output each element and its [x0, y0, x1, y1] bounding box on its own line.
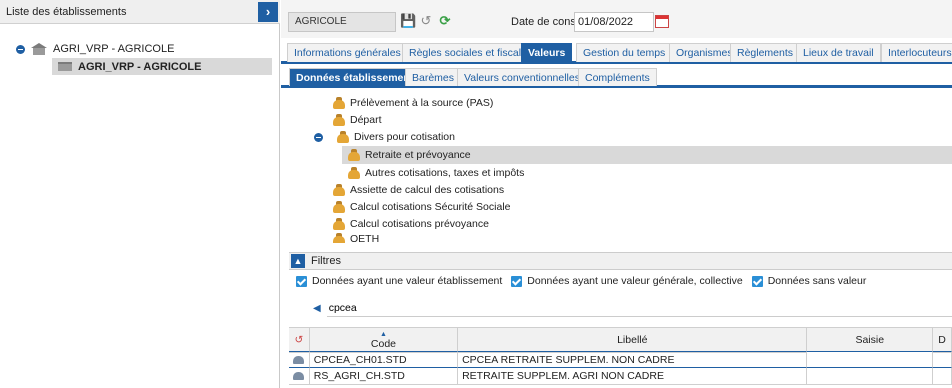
column-d[interactable]: D	[933, 328, 952, 353]
saisie-cell[interactable]	[807, 368, 933, 385]
filters-title: Filtres	[311, 255, 341, 267]
list-item[interactable]: Calcul cotisations prévoyance	[333, 216, 489, 232]
tree-child-item[interactable]: AGRI_VRP - AGRICOLE	[52, 58, 272, 75]
tab-reglements[interactable]: Règlements	[730, 43, 801, 62]
search-input[interactable]	[326, 299, 952, 317]
saisie-cell[interactable]	[807, 351, 933, 368]
tab-interlocuteurs[interactable]: Interlocuteurs	[881, 43, 952, 62]
tab-complements[interactable]: Compléments	[578, 68, 657, 86]
list-item[interactable]: Autres cotisations, taxes et impôts	[348, 165, 524, 181]
lock-icon	[289, 351, 310, 368]
list-item[interactable]: Divers pour cotisation	[314, 129, 455, 145]
column-libelle[interactable]: Libellé	[458, 328, 808, 353]
checkbox-generale-collective[interactable]	[511, 275, 523, 287]
tab-donnees-etablissement[interactable]: Données établissement	[289, 68, 421, 86]
money-bag-icon	[348, 167, 360, 179]
refresh-icon[interactable]: ⟳	[437, 13, 453, 29]
collapse-node-icon[interactable]	[16, 44, 25, 54]
sort-up-icon: ▲	[379, 330, 387, 338]
main-tabs: Informations générales Règles sociales e…	[281, 40, 952, 64]
checkbox-etablissement[interactable]	[296, 275, 307, 287]
table-header: ↺ ▲ Code Libellé Saisie D	[289, 327, 952, 353]
tab-regles-sociales[interactable]: Règles sociales et fiscales	[402, 43, 540, 62]
money-bag-icon	[333, 184, 345, 196]
table-row[interactable]: RS_AGRI_CH.STD RETRAITE SUPPLEM. AGRI NO…	[289, 368, 952, 385]
filters-header[interactable]: ▲ Filtres	[289, 252, 952, 270]
tab-gestion-temps[interactable]: Gestion du temps	[576, 43, 673, 62]
consultation-date-input[interactable]: 01/08/2022	[574, 12, 654, 32]
tree-child-label: AGRI_VRP - AGRICOLE	[78, 60, 202, 73]
tab-lieux-travail[interactable]: Lieux de travail	[796, 43, 881, 62]
tab-valeurs-conventionnelles[interactable]: Valeurs conventionnelles	[457, 68, 587, 86]
list-item[interactable]: Assiette de calcul des cotisations	[333, 182, 504, 198]
collapse-node-icon[interactable]	[314, 132, 323, 142]
establishment-field: AGRICOLE	[288, 12, 396, 32]
money-bag-icon	[333, 233, 345, 243]
list-item[interactable]: Calcul cotisations Sécurité Sociale	[333, 199, 511, 215]
money-bag-icon	[333, 218, 345, 230]
tab-informations-generales[interactable]: Informations générales	[287, 43, 408, 62]
list-item[interactable]: Départ	[333, 112, 382, 128]
establishment-icon	[58, 62, 72, 71]
table-row[interactable]: CPCEA_CH01.STD CPCEA RETRAITE SUPPLEM. N…	[289, 351, 952, 368]
collapse-left-icon[interactable]: ◀	[313, 303, 321, 314]
column-code[interactable]: ▲ Code	[309, 328, 459, 353]
list-item[interactable]: OETH	[333, 233, 379, 243]
collapse-panel-button[interactable]: ›	[258, 2, 278, 22]
tab-valeurs[interactable]: Valeurs	[521, 43, 573, 62]
money-bag-icon	[333, 97, 345, 109]
money-bag-icon	[337, 131, 349, 143]
list-item[interactable]: Prélèvement à la source (PAS)	[333, 95, 493, 111]
establishments-panel-title: Liste des établissements	[0, 0, 280, 24]
lock-icon	[289, 368, 310, 385]
tree-root-label: AGRI_VRP - AGRICOLE	[53, 43, 175, 55]
data-table: ↺ ▲ Code Libellé Saisie D CPCEA_CH01.STD …	[289, 327, 952, 388]
list-item-selected[interactable]: Retraite et prévoyance	[348, 147, 471, 163]
checkbox-sans-valeur[interactable]	[751, 275, 763, 287]
tree-root-item[interactable]: AGRI_VRP - AGRICOLE	[16, 42, 174, 56]
money-bag-icon	[348, 149, 360, 161]
filters-options: Données ayant une valeur établissement D…	[289, 272, 952, 290]
money-bag-icon	[333, 201, 345, 213]
collapse-caret-icon[interactable]: ▲	[291, 254, 305, 268]
undo-icon[interactable]: ↺	[418, 13, 434, 29]
save-icon[interactable]: 💾	[400, 13, 416, 29]
calendar-icon[interactable]	[655, 15, 669, 28]
tab-baremes[interactable]: Barèmes	[405, 68, 462, 86]
building-icon	[31, 43, 47, 55]
sub-tabs: Données établissement Barèmes Valeurs co…	[281, 66, 952, 88]
search-row: ◀	[313, 299, 952, 317]
money-bag-icon	[333, 114, 345, 126]
column-saisie[interactable]: Saisie	[807, 328, 934, 353]
reset-sort-icon[interactable]: ↺	[289, 328, 310, 353]
